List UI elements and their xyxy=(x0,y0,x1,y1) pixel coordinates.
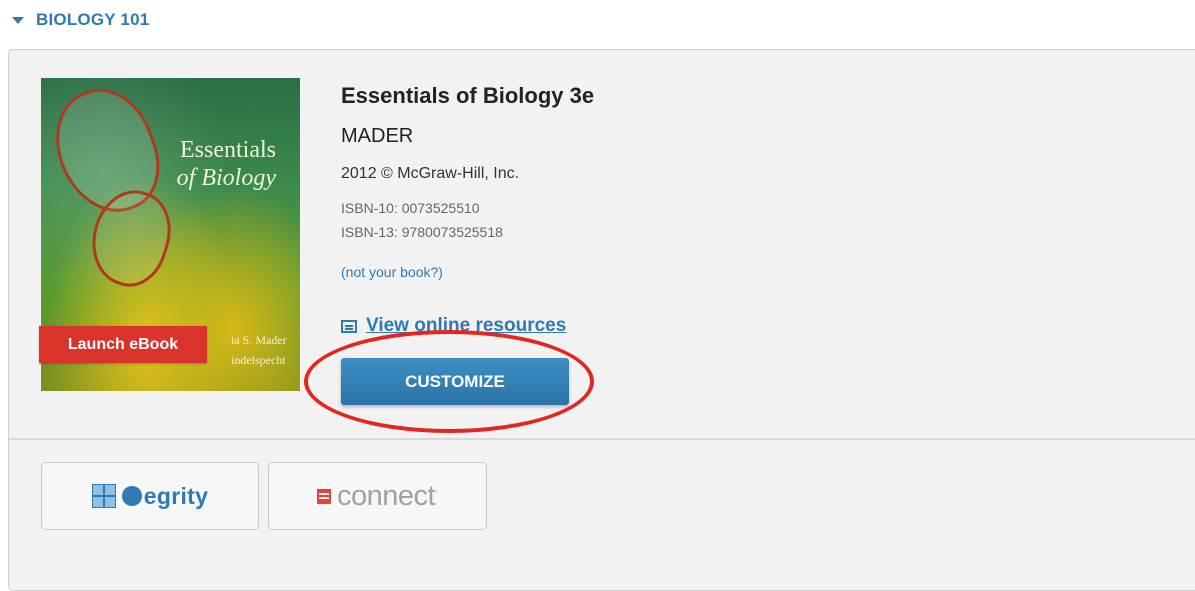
isbn-10: ISBN-10: 0073525510 xyxy=(341,200,480,216)
view-online-resources-label: View online resources xyxy=(366,315,567,336)
tegrity-button[interactable]: egrity xyxy=(41,462,259,530)
section-divider xyxy=(9,438,1195,440)
isbn-13: ISBN-13: 9780073525518 xyxy=(341,224,503,240)
not-your-book-link[interactable]: (not your book?) xyxy=(341,264,443,280)
tegrity-label: egrity xyxy=(143,482,209,509)
tegrity-logo-icon xyxy=(91,484,116,508)
book-copyright: 2012 © McGraw-Hill, Inc. xyxy=(341,165,520,182)
book-title: Essentials of Biology 3e xyxy=(341,83,595,108)
course-panel: Essentials of Biology ia S. Mader indels… xyxy=(8,49,1195,591)
resources-icon xyxy=(341,319,357,333)
customize-button[interactable]: CUSTOMIZE xyxy=(341,358,569,405)
cover-authors: ia S. Mader indelspecht xyxy=(231,333,287,367)
connect-label: connect· xyxy=(337,479,438,512)
connect-button[interactable]: connect· xyxy=(268,462,487,530)
course-title: BIOLOGY 101 xyxy=(36,10,150,29)
connect-logo-icon xyxy=(317,488,332,504)
launch-ebook-button[interactable]: Launch eBook xyxy=(39,326,207,363)
book-author: MADER xyxy=(341,125,414,147)
course-header[interactable]: BIOLOGY 101 xyxy=(10,6,149,34)
cover-title: Essentials of Biology xyxy=(176,137,276,191)
view-online-resources-link[interactable]: View online resources xyxy=(341,315,566,337)
collapse-caret-icon[interactable] xyxy=(12,16,24,24)
tegrity-t-icon xyxy=(121,486,142,506)
